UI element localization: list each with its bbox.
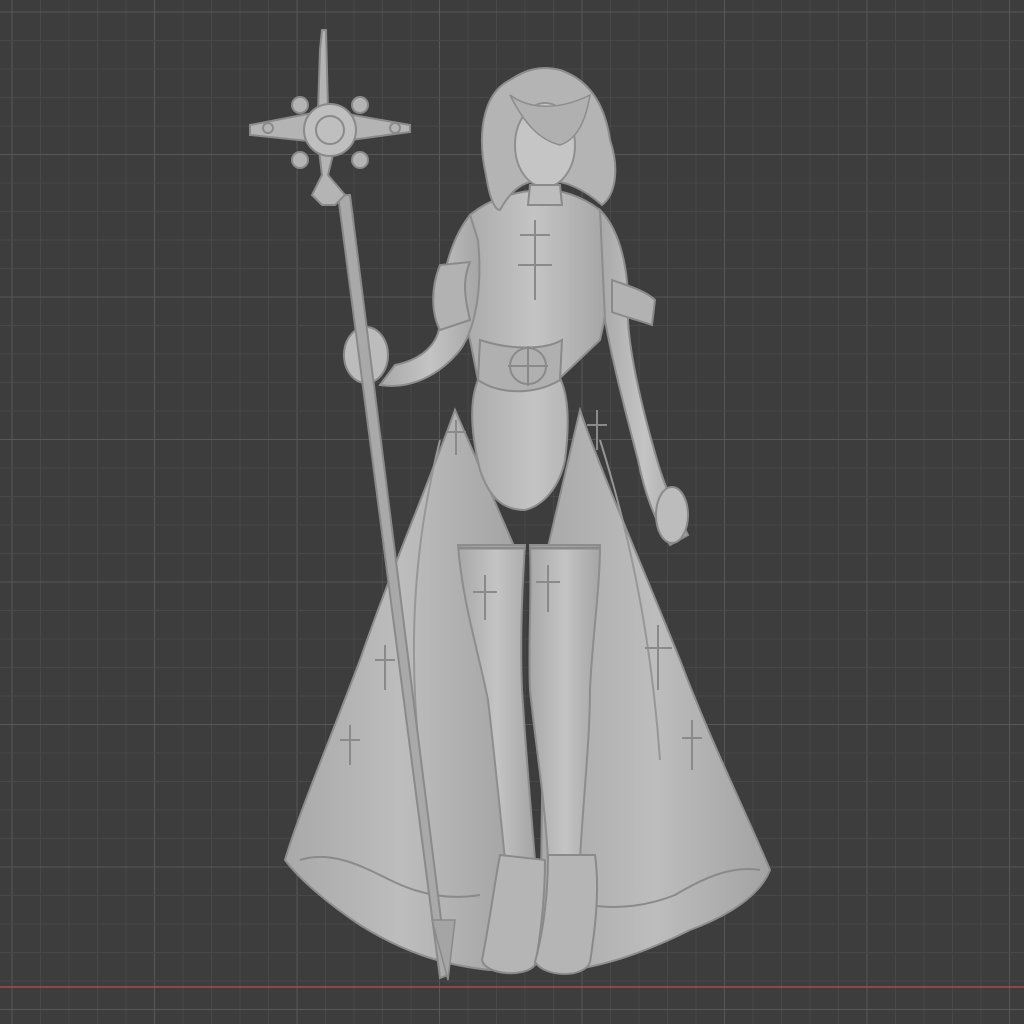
figure-shoes xyxy=(480,853,599,975)
sculpted-figure[interactable] xyxy=(0,0,1024,1024)
staff-cross-center xyxy=(303,103,357,157)
right-hand xyxy=(655,486,689,544)
figure-head xyxy=(481,67,617,212)
staff-cross-head xyxy=(249,29,411,206)
3d-viewport[interactable] xyxy=(0,0,1024,1024)
